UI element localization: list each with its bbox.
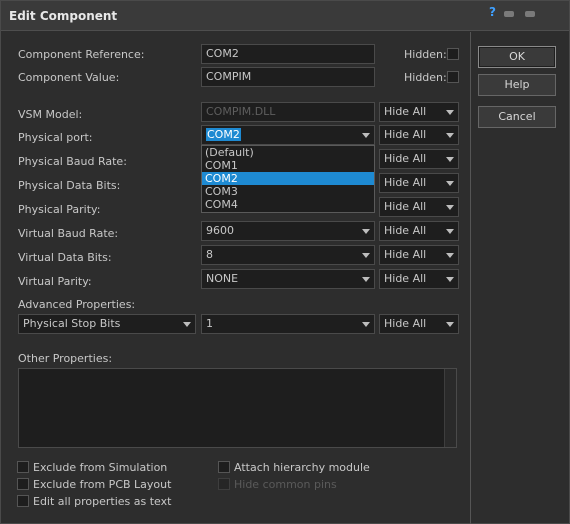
reference-hidden-label: Hidden:	[404, 48, 447, 61]
chevron-down-icon[interactable]	[442, 103, 458, 121]
scrollbar[interactable]	[444, 369, 456, 447]
virtual-baud-rate-label: Virtual Baud Rate:	[18, 227, 119, 240]
title-bar: Edit Component ?	[1, 1, 569, 31]
advanced-properties-label: Advanced Properties:	[18, 298, 136, 311]
physical-port-visibility-select[interactable]: Hide All	[379, 125, 459, 145]
other-properties-textarea[interactable]	[18, 368, 457, 448]
physical-data-bits-visibility-select[interactable]: Hide All	[379, 173, 459, 193]
physical-port-value: COM2	[206, 128, 241, 141]
chevron-down-icon[interactable]	[442, 315, 458, 333]
chevron-down-icon[interactable]	[442, 150, 458, 168]
close-icon[interactable]	[525, 11, 535, 17]
physical-data-bits-label: Physical Data Bits:	[18, 179, 121, 192]
window-title: Edit Component	[9, 9, 118, 23]
virtual-data-bits-label: Virtual Data Bits:	[18, 251, 112, 264]
virtual-data-bits-select[interactable]: 8	[201, 245, 375, 265]
dropdown-option-default[interactable]: (Default)	[202, 146, 374, 159]
virtual-parity-visibility-select[interactable]: Hide All	[379, 269, 459, 289]
virtual-parity-select[interactable]: NONE	[201, 269, 375, 289]
chevron-down-icon[interactable]	[358, 270, 374, 288]
attach-hierarchy-label: Attach hierarchy module	[234, 461, 370, 474]
exclude-simulation-checkbox[interactable]	[17, 461, 29, 473]
physical-baud-rate-label: Physical Baud Rate:	[18, 155, 127, 168]
component-reference-input[interactable]: COM2	[201, 44, 375, 64]
chevron-down-icon[interactable]	[442, 198, 458, 216]
help-icon[interactable]: ?	[489, 5, 496, 19]
hide-common-pins-label: Hide common pins	[234, 478, 337, 491]
edit-component-dialog: Edit Component ? Component Reference: CO…	[0, 0, 570, 524]
physical-parity-label: Physical Parity:	[18, 203, 101, 216]
virtual-baud-visibility-select[interactable]: Hide All	[379, 221, 459, 241]
dropdown-option-com3[interactable]: COM3	[202, 185, 374, 198]
value-hidden-checkbox[interactable]	[447, 71, 459, 83]
physical-port-label: Physical port:	[18, 131, 93, 144]
advanced-value-select[interactable]: 1	[201, 314, 375, 334]
hide-common-pins-checkbox	[218, 478, 230, 490]
component-value-input[interactable]: COMPIM	[201, 67, 375, 87]
dropdown-option-com1[interactable]: COM1	[202, 159, 374, 172]
dropdown-option-com2[interactable]: COM2	[202, 172, 374, 185]
attach-hierarchy-checkbox[interactable]	[218, 461, 230, 473]
component-value-label: Component Value:	[18, 71, 120, 84]
exclude-simulation-label: Exclude from Simulation	[33, 461, 168, 474]
vsm-model-visibility-select[interactable]: Hide All	[379, 102, 459, 122]
edit-all-text-label: Edit all properties as text	[33, 495, 172, 508]
chevron-down-icon[interactable]	[442, 174, 458, 192]
reference-hidden-checkbox[interactable]	[447, 48, 459, 60]
chevron-down-icon[interactable]	[442, 270, 458, 288]
physical-parity-visibility-select[interactable]: Hide All	[379, 197, 459, 217]
edit-all-text-checkbox[interactable]	[17, 495, 29, 507]
chevron-down-icon[interactable]	[179, 315, 195, 333]
chevron-down-icon[interactable]	[442, 126, 458, 144]
chevron-down-icon[interactable]	[358, 222, 374, 240]
exclude-pcb-checkbox[interactable]	[17, 478, 29, 490]
advanced-property-select[interactable]: Physical Stop Bits	[18, 314, 196, 334]
vsm-model-input: COMPIM.DLL	[201, 102, 375, 122]
virtual-data-bits-visibility-select[interactable]: Hide All	[379, 245, 459, 265]
physical-port-select[interactable]: COM2	[201, 125, 375, 145]
chevron-down-icon[interactable]	[358, 246, 374, 264]
virtual-parity-label: Virtual Parity:	[18, 275, 92, 288]
chevron-down-icon[interactable]	[442, 246, 458, 264]
ok-button[interactable]: OK	[478, 46, 556, 68]
component-reference-label: Component Reference:	[18, 48, 145, 61]
minimize-icon[interactable]	[504, 11, 514, 17]
virtual-baud-rate-select[interactable]: 9600	[201, 221, 375, 241]
chevron-down-icon[interactable]	[358, 315, 374, 333]
dropdown-option-com4[interactable]: COM4	[202, 198, 374, 211]
chevron-down-icon[interactable]	[442, 222, 458, 240]
help-button[interactable]: Help	[478, 74, 556, 96]
advanced-visibility-select[interactable]: Hide All	[379, 314, 459, 334]
cancel-button[interactable]: Cancel	[478, 106, 556, 128]
chevron-down-icon[interactable]	[358, 126, 374, 144]
physical-port-dropdown-list: (Default) COM1 COM2 COM3 COM4	[201, 145, 375, 213]
vsm-model-label: VSM Model:	[18, 108, 83, 121]
vertical-divider	[470, 32, 471, 524]
value-hidden-label: Hidden:	[404, 71, 447, 84]
physical-baud-visibility-select[interactable]: Hide All	[379, 149, 459, 169]
exclude-pcb-label: Exclude from PCB Layout	[33, 478, 172, 491]
other-properties-label: Other Properties:	[18, 352, 113, 365]
